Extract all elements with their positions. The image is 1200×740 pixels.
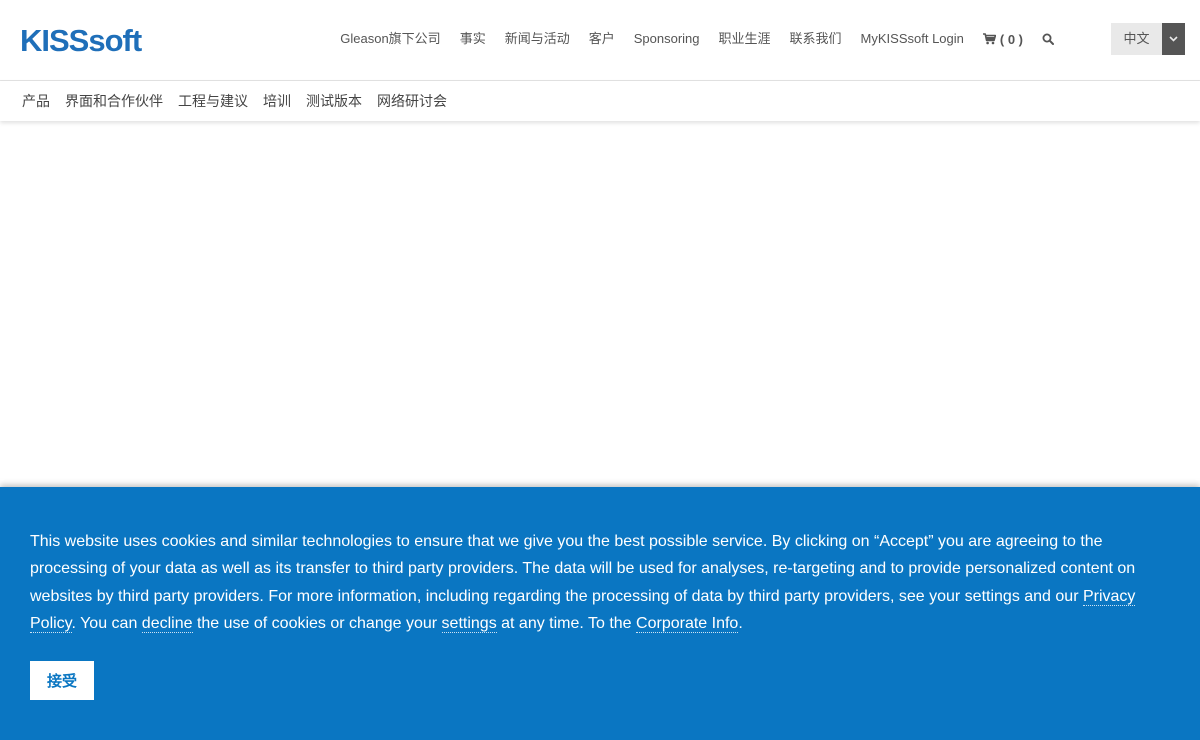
- cart-button[interactable]: ( 0 ): [982, 31, 1023, 47]
- subnav-trial-version[interactable]: 测试版本: [306, 91, 362, 111]
- cookie-text-3: the use of cookies or change your: [192, 615, 442, 633]
- subnav-engineering[interactable]: 工程与建议: [178, 91, 248, 111]
- language-selector[interactable]: 中文: [1111, 23, 1185, 55]
- subnav-webinar[interactable]: 网络研讨会: [377, 91, 447, 111]
- accept-button[interactable]: 接受: [30, 661, 94, 700]
- kisssoft-logo[interactable]: KISSsoft: [20, 24, 142, 58]
- nav-gleason[interactable]: Gleason旗下公司: [340, 29, 440, 49]
- nav-facts[interactable]: 事实: [460, 29, 486, 49]
- nav-sponsoring[interactable]: Sponsoring: [634, 29, 700, 49]
- nav-career[interactable]: 职业生涯: [719, 29, 771, 49]
- nav-news-events[interactable]: 新闻与活动: [505, 29, 570, 49]
- search-button[interactable]: [1042, 33, 1054, 45]
- cookie-text-4: at any time. To the: [496, 615, 637, 633]
- cart-icon: [982, 33, 996, 45]
- subnav-products[interactable]: 产品: [22, 91, 50, 111]
- nav-customers[interactable]: 客户: [589, 29, 615, 49]
- cookie-text-1: This website uses cookies and similar te…: [30, 533, 1136, 605]
- decline-link[interactable]: decline: [141, 615, 193, 634]
- product-navigation: 产品 界面和合作伙伴 工程与建议 培训 测试版本 网络研讨会: [0, 81, 1200, 121]
- cookie-text-2: . You can: [71, 615, 142, 633]
- cookie-text-5: .: [738, 615, 743, 633]
- language-label: 中文: [1123, 31, 1150, 46]
- cookie-message: This website uses cookies and similar te…: [30, 528, 1150, 638]
- nav-contact[interactable]: 联系我们: [790, 29, 842, 49]
- subnav-interfaces-partners[interactable]: 界面和合作伙伴: [65, 91, 163, 111]
- subnav-training[interactable]: 培训: [263, 91, 291, 111]
- search-icon: [1042, 33, 1054, 45]
- top-header: KISSsoft Gleason旗下公司 事实 新闻与活动 客户 Sponsor…: [0, 0, 1200, 81]
- cart-count: ( 0 ): [999, 31, 1023, 47]
- settings-link[interactable]: settings: [441, 615, 497, 634]
- cookie-banner: This website uses cookies and similar te…: [0, 487, 1200, 740]
- nav-mykisssoft-login[interactable]: MyKISSsoft Login: [861, 29, 964, 49]
- corporate-info-link[interactable]: Corporate Info: [636, 615, 739, 634]
- top-navigation: Gleason旗下公司 事实 新闻与活动 客户 Sponsoring 职业生涯 …: [321, 28, 1054, 50]
- chevron-down-icon[interactable]: [1162, 23, 1185, 55]
